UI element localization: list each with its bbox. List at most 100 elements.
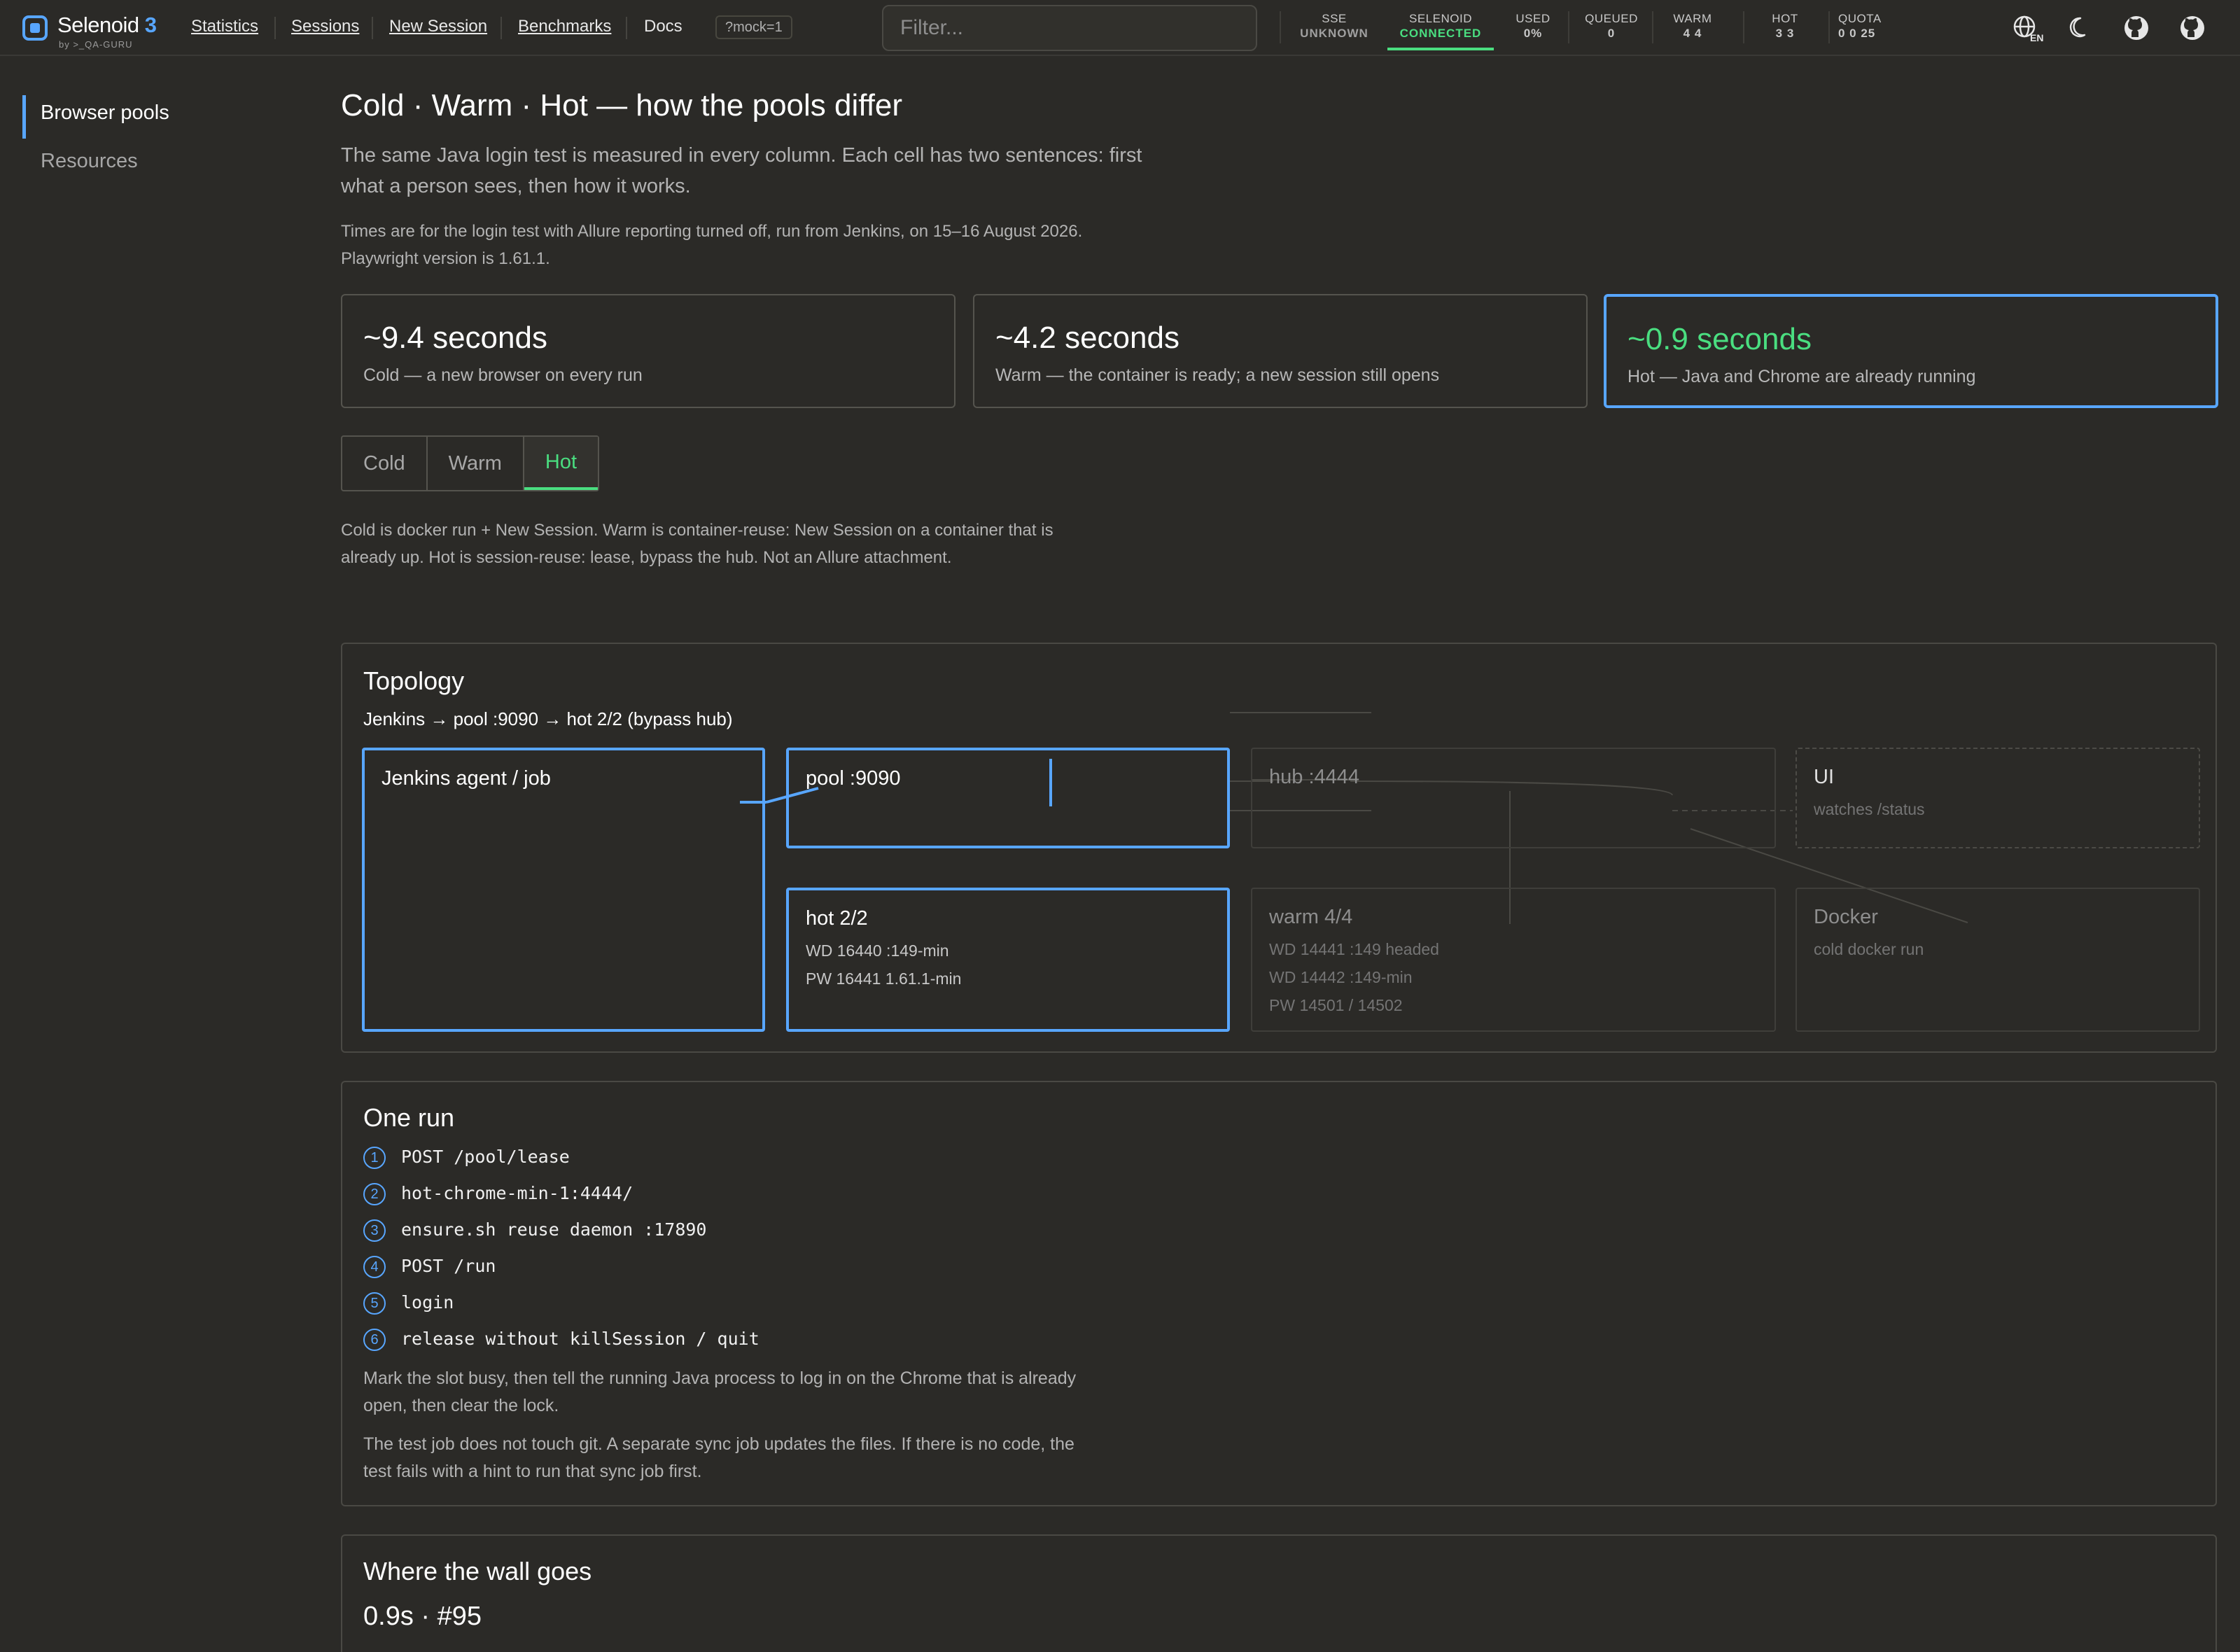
status-warm-value: 4 4 — [1683, 27, 1702, 40]
node-warm-line: PW 14501 / 14502 — [1269, 996, 1403, 1014]
node-jenkins[interactable]: Jenkins agent / job — [362, 748, 765, 1032]
status-hot-value: 3 3 — [1775, 27, 1795, 40]
one-run-panel: One run 1 POST /pool/lease 2 hot-chrome-… — [341, 1081, 2217, 1506]
step-text: POST /pool/lease — [401, 1147, 570, 1167]
node-warm-title: warm 4/4 — [1269, 906, 1353, 928]
status-used-value: 0% — [1523, 27, 1543, 40]
status-divider — [1280, 11, 1281, 43]
wall-title: Where the wall goes — [363, 1557, 592, 1586]
nav-divider — [500, 17, 502, 39]
app-byline: by >_QA-GURU — [59, 39, 133, 50]
nav-statistics[interactable]: Statistics — [191, 17, 258, 36]
nav-divider — [274, 17, 276, 39]
status-hot: HOT 3 3 — [1757, 11, 1813, 41]
node-warm[interactable]: warm 4/4 WD 14441 :149 headed WD 14442 :… — [1251, 888, 1776, 1032]
status-hot-label: HOT — [1772, 12, 1798, 25]
node-docker-title: Docker — [1814, 906, 1878, 928]
measurement-note: Times are for the login test with Allure… — [341, 222, 1083, 268]
nav-new-session[interactable]: New Session — [389, 17, 487, 36]
node-ui[interactable]: UI watches /status — [1795, 748, 2200, 848]
status-divider — [1828, 11, 1830, 43]
filter-input[interactable]: Filter... — [882, 5, 1257, 51]
moon-icon[interactable] — [2066, 14, 2094, 42]
node-hot[interactable]: hot 2/2 WD 16440 :149-min PW 16441 1.61.… — [786, 888, 1230, 1032]
status-selenoid-label: SELENOID — [1409, 12, 1472, 25]
tab-cold[interactable]: Cold — [342, 437, 428, 490]
node-ui-title: UI — [1814, 766, 1834, 788]
run-description: Mark the slot busy, then tell the runnin… — [363, 1368, 1077, 1415]
app-version: 3 — [144, 13, 157, 37]
nav-divider — [372, 17, 373, 39]
tab-warm[interactable]: Warm — [428, 437, 524, 490]
cold-time: ~9.4 seconds — [363, 321, 547, 355]
status-quota-value: 0 0 25 — [1838, 27, 1876, 40]
step-number: 4 — [363, 1256, 386, 1278]
selenoid-logo-icon[interactable] — [22, 15, 48, 41]
page-lead: The same Java login test is measured in … — [341, 144, 1142, 197]
status-selenoid: SELENOID CONNECTED — [1387, 11, 1494, 41]
status-warm-label: WARM — [1673, 12, 1712, 25]
hot-desc: Hot — Java and Chrome are already runnin… — [1628, 367, 1976, 386]
step-number: 1 — [363, 1147, 386, 1169]
tab-hot[interactable]: Hot — [524, 437, 598, 490]
page-title: Cold · Warm · Hot — how the pools differ — [341, 88, 903, 122]
node-ui-sub: watches /status — [1814, 800, 1925, 818]
status-sse: SSE UNKNOWN — [1292, 11, 1376, 41]
wall-value: 0.9s · #95 — [363, 1602, 482, 1631]
node-docker-sub: cold docker run — [1814, 940, 1924, 958]
nav-docs[interactable]: Docs — [644, 17, 682, 36]
nav-divider — [626, 17, 627, 39]
node-docker[interactable]: Docker cold docker run — [1795, 888, 2200, 1032]
status-warm: WARM 4 4 — [1663, 11, 1722, 41]
node-jenkins-title: Jenkins agent / job — [382, 767, 551, 790]
node-hub-title: hub :4444 — [1269, 766, 1360, 788]
language-code: EN — [2030, 32, 2044, 43]
node-hot-line: WD 16440 :149-min — [806, 941, 949, 960]
sidebar-item-browser-pools[interactable]: Browser pools — [22, 95, 169, 139]
mode-explanation: Cold is docker run + New Session. Warm i… — [341, 521, 1054, 567]
status-selenoid-value: CONNECTED — [1399, 27, 1482, 40]
app-logo[interactable]: Selenoid 3 — [57, 13, 157, 38]
topology-panel: Topology Jenkins → pool :9090 → hot 2/2 … — [341, 643, 2217, 1053]
github-icon[interactable] — [2178, 14, 2206, 42]
node-hub[interactable]: hub :4444 — [1251, 748, 1776, 848]
warm-time-card[interactable]: ~4.2 seconds Warm — the container is rea… — [973, 294, 1588, 408]
top-bar: Selenoid 3 by >_QA-GURU Statistics Sessi… — [0, 0, 2240, 56]
cold-desc: Cold — a new browser on every run — [363, 365, 643, 385]
step-text: ensure.sh reuse daemon :17890 — [401, 1219, 707, 1240]
app-name: Selenoid — [57, 13, 139, 37]
status-divider — [1743, 11, 1744, 43]
step-text: POST /run — [401, 1256, 496, 1276]
nav-benchmarks[interactable]: Benchmarks — [518, 17, 611, 36]
hot-time-card[interactable]: ~0.9 seconds Hot — Java and Chrome are a… — [1604, 294, 2218, 408]
node-hot-line: PW 16441 1.61.1-min — [806, 969, 962, 988]
warm-desc: Warm — the container is ready; a new ses… — [995, 365, 1440, 385]
status-queued: QUEUED 0 — [1578, 11, 1645, 41]
step-number: 3 — [363, 1219, 386, 1242]
step-number: 6 — [363, 1329, 386, 1351]
hot-time: ~0.9 seconds — [1628, 322, 1812, 356]
status-sse-label: SSE — [1322, 12, 1347, 25]
status-sse-value: UNKNOWN — [1300, 27, 1368, 40]
nav-sessions[interactable]: Sessions — [291, 17, 359, 36]
mock-chip[interactable]: ?mock=1 — [715, 15, 792, 39]
node-warm-line: WD 14441 :149 headed — [1269, 940, 1439, 958]
wall-panel: Where the wall goes 0.9s · #95 — [341, 1534, 2217, 1652]
sidebar-item-resources[interactable]: Resources — [22, 150, 138, 173]
one-run-title: One run — [363, 1103, 455, 1132]
status-used: USED 0% — [1505, 11, 1561, 41]
status-queued-value: 0 — [1607, 27, 1616, 40]
status-divider — [1652, 11, 1653, 43]
step-text: release without killSession / quit — [401, 1329, 760, 1349]
step-number: 2 — [363, 1183, 386, 1205]
status-divider — [1568, 11, 1569, 43]
status-quota: QUOTA 0 0 25 — [1838, 11, 1891, 41]
node-pool[interactable]: pool :9090 — [786, 748, 1230, 848]
step-text: hot-chrome-min-1:4444/ — [401, 1183, 634, 1203]
warm-time: ~4.2 seconds — [995, 321, 1180, 355]
github-icon[interactable] — [2122, 14, 2150, 42]
node-pool-title: pool :9090 — [806, 767, 901, 790]
node-hot-title: hot 2/2 — [806, 907, 868, 930]
node-warm-line: WD 14442 :149-min — [1269, 968, 1413, 986]
cold-time-card[interactable]: ~9.4 seconds Cold — a new browser on eve… — [341, 294, 955, 408]
